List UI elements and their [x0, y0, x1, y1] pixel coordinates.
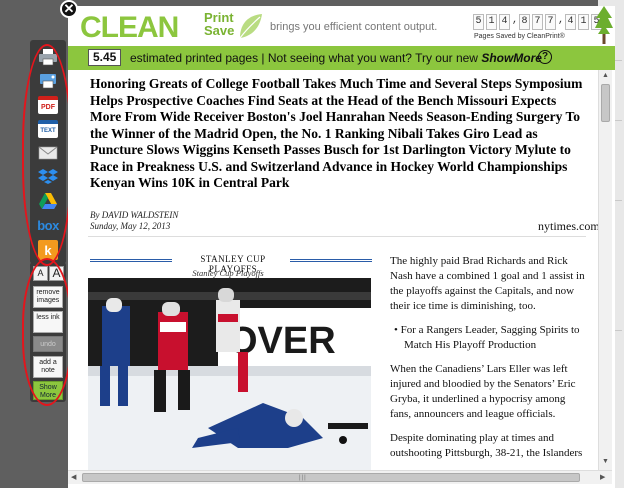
undo-button[interactable]: undo	[33, 336, 63, 352]
vertical-scrollbar[interactable]: ▲ ▼	[598, 70, 612, 470]
hockey-photo[interactable]: OVER	[88, 278, 371, 470]
horizontal-scroll-thumb[interactable]: |||	[82, 473, 580, 482]
estimated-pages-count: 5.45	[88, 49, 122, 66]
printer-select-icon[interactable]	[38, 72, 58, 90]
font-larger-button[interactable]: A	[49, 266, 64, 281]
info-bar-text: estimated printed pages | Not seeing wha…	[130, 51, 542, 65]
counter-digit: 4	[565, 14, 576, 30]
article-byline: By DAVID WALDSTEIN	[90, 210, 179, 220]
article-headline[interactable]: Honoring Greats of College Football Take…	[90, 76, 590, 192]
article-paragraph: Despite dominating play at times and out…	[390, 432, 583, 459]
show-more-button[interactable]: Show More	[33, 381, 63, 400]
logo-clean: CLEAN	[80, 11, 179, 44]
add-note-button[interactable]: add a note	[33, 356, 63, 378]
leaf-icon	[239, 14, 262, 39]
counter-digit: 8	[519, 14, 530, 30]
cleanprint-panel: CLEAN Print Save brings you efficient co…	[68, 6, 615, 488]
pdf-icon[interactable]: PDF	[38, 96, 58, 114]
box-icon-label: box	[37, 217, 59, 233]
horizontal-scrollbar[interactable]: ◀ ||| ▶	[68, 470, 612, 484]
article-paragraph: When the Canadiens’ Lars Eller was left …	[390, 363, 576, 420]
dropbox-icon[interactable]	[38, 168, 58, 186]
email-icon[interactable]	[38, 144, 58, 162]
scroll-grip-icon: |||	[299, 475, 307, 481]
vertical-scroll-thumb[interactable]	[601, 84, 610, 122]
kindle-icon-label: k	[44, 242, 52, 258]
less-ink-button[interactable]: less ink	[33, 311, 63, 333]
showmore-link[interactable]: ShowMore	[481, 51, 542, 65]
scroll-right-icon[interactable]: ▶	[600, 473, 605, 481]
counter-digit: ,	[558, 15, 565, 26]
text-icon-label: TEXT	[40, 128, 56, 134]
counter-digit: 7	[532, 14, 543, 30]
divider	[88, 236, 586, 237]
tagline: brings you efficient content output.	[270, 21, 438, 33]
logo-save: Save	[204, 23, 235, 38]
counter-digit: 5	[473, 14, 484, 30]
edit-actions: A A remove images less ink undo add a no…	[30, 262, 66, 402]
google-drive-icon[interactable]	[38, 192, 58, 210]
scroll-up-icon[interactable]: ▲	[602, 72, 609, 79]
article-bullet-text[interactable]: For a Rangers Leader, Sagging Spirits to…	[401, 324, 580, 351]
font-smaller-button[interactable]: A	[33, 266, 48, 281]
remove-images-button[interactable]: remove images	[33, 286, 63, 308]
close-button[interactable]: ✕	[60, 0, 78, 18]
pages-saved-counter: 514,877,415	[473, 14, 602, 30]
box-icon[interactable]: box	[37, 216, 59, 234]
article-paragraph: The highly paid Brad Richards and Rick N…	[390, 255, 585, 312]
counter-digit: 4	[499, 14, 510, 30]
kindle-icon[interactable]: k	[38, 240, 58, 260]
article-source: nytimes.com	[538, 219, 598, 233]
text-icon[interactable]: TEXT	[38, 120, 58, 138]
caption-rule-right	[290, 259, 372, 262]
counter-digit: 1	[578, 14, 589, 30]
scroll-left-icon[interactable]: ◀	[71, 473, 76, 481]
article-column[interactable]: The highly paid Brad Richards and Rick N…	[390, 254, 586, 470]
info-bar: 5.45 estimated printed pages | Not seein…	[68, 46, 615, 70]
caption-header: STANLEY CUP PLAYOFFS	[90, 254, 372, 274]
share-toolbar: PDF TEXT box k	[30, 40, 66, 264]
caption-subtitle: Stanley Cup Playoffs	[192, 268, 264, 278]
article-date: Sunday, May 12, 2013	[90, 221, 171, 231]
pdf-icon-label: PDF	[41, 103, 55, 111]
caption-rule-left	[90, 259, 172, 262]
article-bullet-link[interactable]: • For a Rangers Leader, Sagging Spirits …	[390, 323, 586, 353]
scroll-down-icon[interactable]: ▼	[602, 458, 609, 465]
article-content[interactable]: Honoring Greats of College Football Take…	[68, 70, 598, 470]
counter-digit: ,	[512, 15, 519, 26]
counter-digit: 1	[486, 14, 497, 30]
tree-icon	[595, 6, 613, 44]
help-icon[interactable]: ?	[538, 50, 552, 64]
header: CLEAN Print Save brings you efficient co…	[68, 6, 615, 46]
pages-saved-label: Pages Saved by CleanPrint®	[474, 33, 565, 40]
print-icon[interactable]	[38, 48, 58, 66]
info-bar-prefix: estimated printed pages | Not seeing wha…	[130, 51, 482, 65]
counter-digit: 7	[545, 14, 556, 30]
logo-print-save: Print Save	[204, 11, 234, 37]
